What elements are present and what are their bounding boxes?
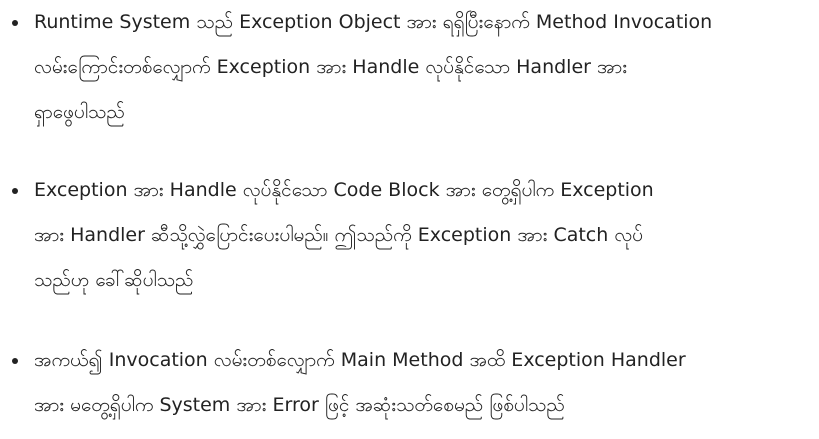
text-line: သည်ဟု ခေါ်ဆိုပါသည် xyxy=(34,269,194,291)
bullet-point-icon xyxy=(12,188,18,194)
document-page: Runtime System သည် Exception Object အား … xyxy=(0,0,819,439)
text-line: Runtime System သည် Exception Object အား … xyxy=(34,11,713,33)
bullet-point-icon xyxy=(12,358,18,364)
bullet-point-icon xyxy=(12,20,18,26)
text-line: လမ်းကြောင်းတစ်လျှောက် Exception အား Hand… xyxy=(34,56,628,78)
text-line: Exception အား Handle လုပ်နိုင်သော Code B… xyxy=(34,179,654,201)
text-line: အား Handler ဆီသို့လွှဲပြောင်းပေးပါမည်။ ဤ… xyxy=(34,224,643,246)
text-line: အား မတွေ့ရှိပါက System အား Error ဖြင့် အ… xyxy=(34,394,565,416)
text-line: အကယ်၍ Invocation လမ်းတစ်လျှောက် Main Met… xyxy=(34,349,686,371)
text-line: ရှာဖွေပါသည် xyxy=(34,101,125,123)
